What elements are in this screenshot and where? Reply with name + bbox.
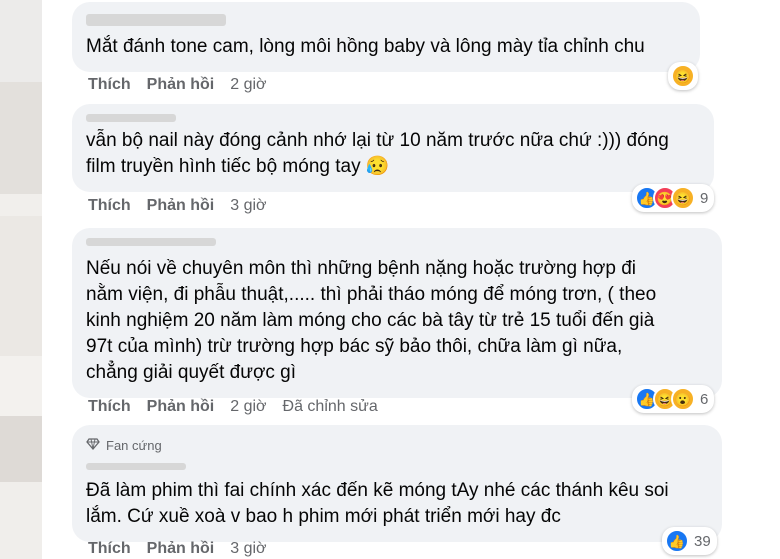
comment-text-line: vẫn bộ nail này đóng cảnh nhớ lại từ 10 … — [86, 130, 669, 151]
avatar-strip — [0, 416, 42, 482]
comment-text: Mắt đánh tone cam, lòng môi hồng baby và… — [86, 36, 645, 57]
avatar-strip — [0, 482, 42, 559]
badge-row: Fan cứng — [86, 433, 706, 459]
like-button[interactable]: Thích — [88, 398, 131, 416]
like-button[interactable]: Thích — [88, 540, 131, 558]
avatar-strip — [0, 216, 42, 356]
author-name-blurred[interactable] — [86, 14, 226, 26]
avatar-strip — [0, 0, 42, 82]
comment-actions: Thích Phản hồi 2 giờ — [88, 76, 267, 94]
comment-text-line: nằm viện, đi phẫu thuật,..... thì phải t… — [86, 284, 657, 305]
fan-badge[interactable]: Fan cứng — [106, 433, 162, 459]
comment-text-line: kinh nghiệm 20 năm làm móng cho các bà t… — [86, 310, 655, 331]
haha-reaction-icon: 😆 — [671, 186, 695, 210]
comment-text-line: 97t của mình) trừ trường hợp bác sỹ bảo … — [86, 336, 623, 357]
reaction-summary[interactable]: 👍 39 — [662, 527, 717, 555]
avatar-strip — [0, 356, 42, 416]
like-button[interactable]: Thích — [88, 197, 131, 215]
comment-text-line: Nếu nói về chuyên môn thì những bệnh nặn… — [86, 258, 636, 279]
haha-reaction-icon: 😆 — [671, 64, 695, 88]
comment-text-line: chẳng giải quyết được gì — [86, 362, 297, 383]
reaction-summary[interactable]: 😆 — [668, 62, 698, 90]
timestamp[interactable]: 2 giờ — [230, 398, 266, 416]
comment-text-line: Đã làm phim thì fai chính xác đến kẽ món… — [86, 480, 669, 501]
author-name-blurred[interactable] — [86, 238, 216, 246]
avatar-strip — [0, 82, 42, 194]
reaction-count: 6 — [700, 390, 709, 408]
reply-button[interactable]: Phản hồi — [147, 197, 215, 215]
author-name-blurred[interactable] — [86, 463, 186, 470]
reaction-summary[interactable]: 👍 😍 😆 9 — [632, 184, 715, 212]
timestamp[interactable]: 3 giờ — [230, 540, 266, 558]
comment-actions: Thích Phản hồi 3 giờ — [88, 197, 267, 215]
author-name-blurred[interactable] — [86, 114, 176, 122]
comment-actions: Thích Phản hồi 3 giờ — [88, 540, 267, 558]
reply-button[interactable]: Phản hồi — [147, 76, 215, 94]
like-button[interactable]: Thích — [88, 76, 131, 94]
comment-text-line: lắm. Cứ xuề xoà v bao h phim mới phát tr… — [86, 506, 561, 527]
reaction-summary[interactable]: 👍 😆 😮 6 — [632, 385, 715, 413]
reaction-count: 9 — [700, 189, 709, 207]
comment-bubble: vẫn bộ nail này đóng cảnh nhớ lại từ 10 … — [72, 104, 714, 192]
reply-button[interactable]: Phản hồi — [147, 398, 215, 416]
comment-bubble: Mắt đánh tone cam, lòng môi hồng baby và… — [72, 2, 700, 72]
reply-button[interactable]: Phản hồi — [147, 540, 215, 558]
comment-actions: Thích Phản hồi 2 giờ Đã chỉnh sửa — [88, 398, 378, 416]
comment-bubble: Fan cứng Đã làm phim thì fai chính xác đ… — [72, 425, 722, 542]
reaction-count: 39 — [694, 532, 711, 550]
comment: Fan cứng Đã làm phim thì fai chính xác đ… — [72, 425, 722, 542]
wow-reaction-icon: 😮 — [671, 387, 695, 411]
edited-label[interactable]: Đã chỉnh sửa — [283, 398, 378, 416]
timestamp[interactable]: 2 giờ — [230, 76, 266, 94]
timestamp[interactable]: 3 giờ — [230, 197, 266, 215]
diamond-icon — [86, 433, 100, 459]
comment: Nếu nói về chuyên môn thì những bệnh nặn… — [72, 228, 722, 398]
avatar-strip — [0, 194, 42, 216]
comment-bubble: Nếu nói về chuyên môn thì những bệnh nặn… — [72, 228, 722, 398]
comment-text-line: film truyền hình tiếc bộ móng tay 😥 — [86, 156, 390, 177]
like-reaction-icon: 👍 — [665, 529, 689, 553]
comment: Mắt đánh tone cam, lòng môi hồng baby và… — [72, 2, 700, 72]
comment: vẫn bộ nail này đóng cảnh nhớ lại từ 10 … — [72, 104, 714, 192]
